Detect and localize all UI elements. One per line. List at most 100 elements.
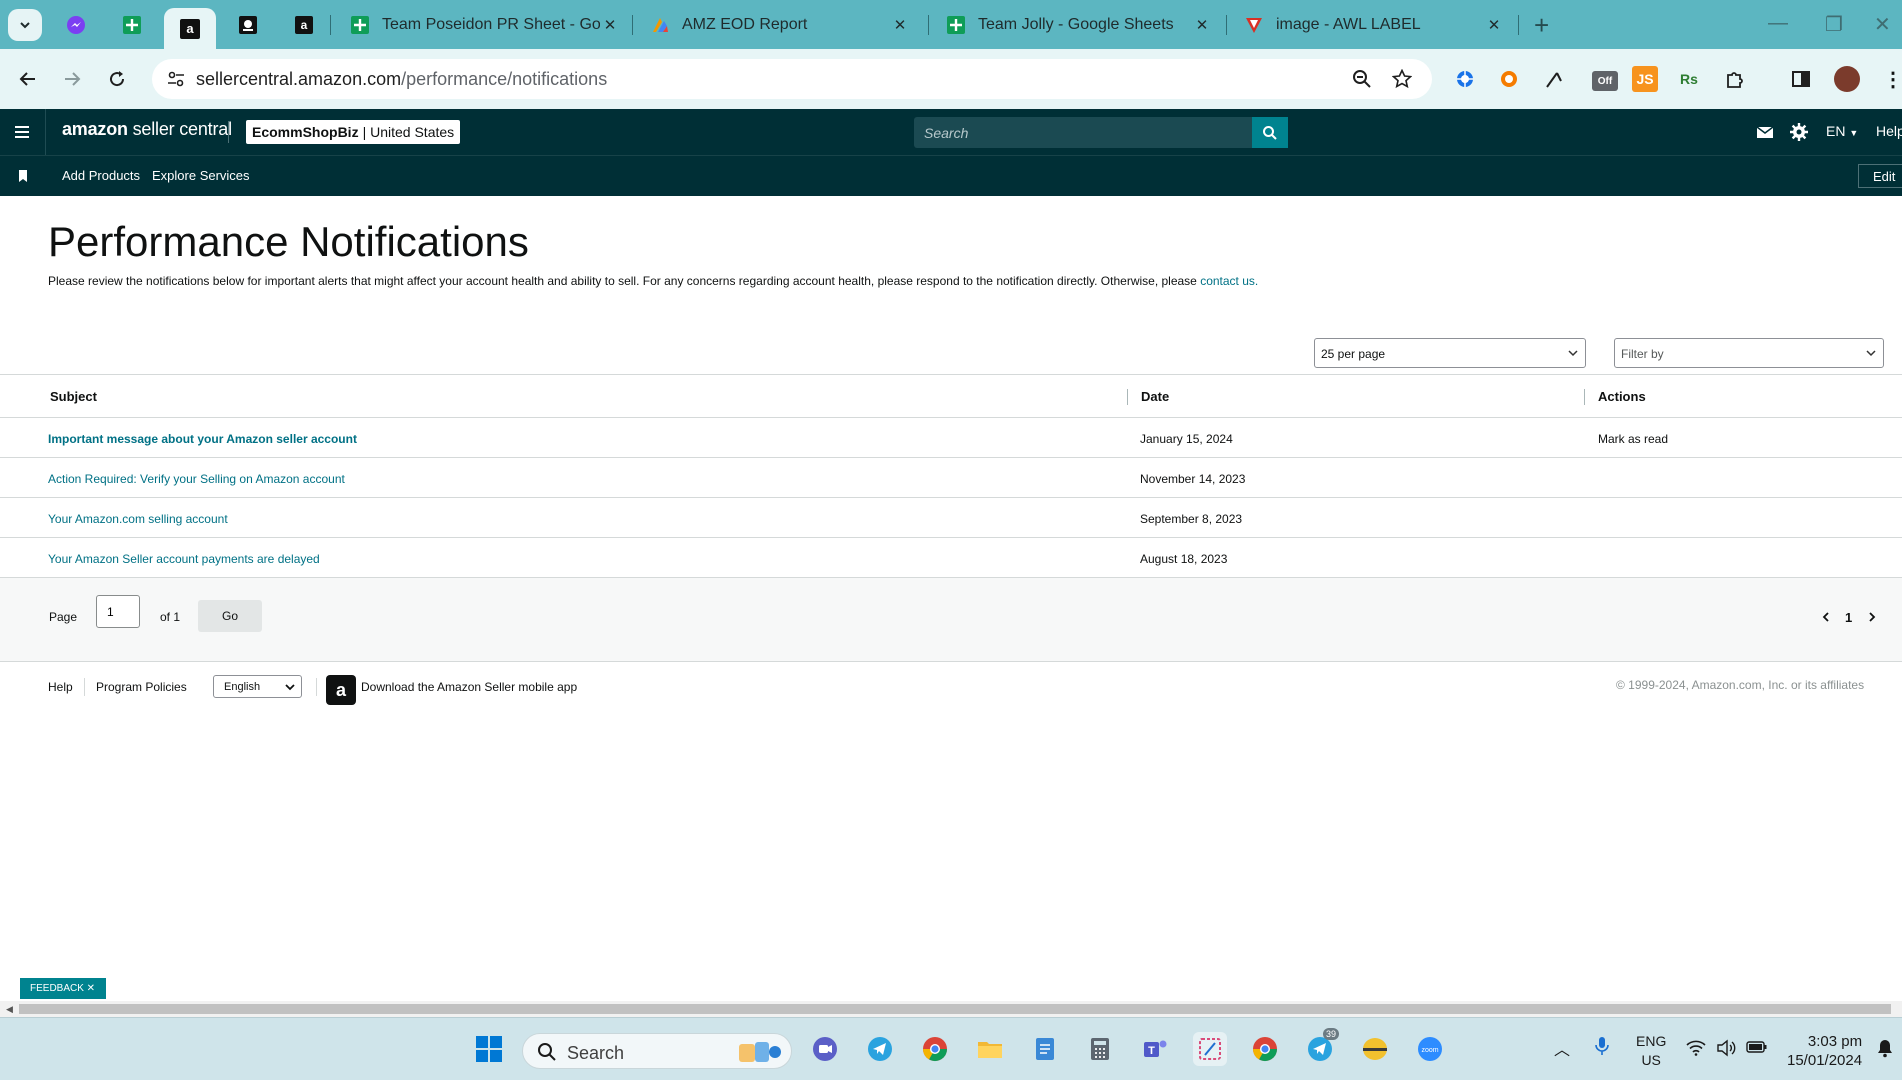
input-language-indicator[interactable]: ENG US xyxy=(1636,1032,1666,1070)
restore-button[interactable]: ❐ xyxy=(1825,12,1843,37)
header-search-input[interactable] xyxy=(914,117,1288,148)
tab-amz-eod-report[interactable]: AMZ EOD Report ✕ xyxy=(640,8,920,42)
filter-by-select[interactable]: Filter by xyxy=(1614,338,1884,368)
browser-menu-button[interactable]: ⋮ xyxy=(1880,66,1902,92)
microphone-icon[interactable] xyxy=(1594,1036,1610,1056)
nav-explore-services[interactable]: Explore Services xyxy=(152,168,250,183)
taskbar-app-video[interactable] xyxy=(808,1032,842,1066)
clock-date: 15/01/2024 xyxy=(1787,1052,1863,1069)
taskbar-app-snipping-tool[interactable] xyxy=(1193,1032,1227,1066)
taskbar-app-teams[interactable]: T xyxy=(1138,1032,1172,1066)
taskbar-app-chrome-2[interactable] xyxy=(1248,1032,1282,1066)
store-name: EcommShopBiz xyxy=(252,124,359,140)
battery-icon[interactable] xyxy=(1746,1040,1768,1054)
per-page-select[interactable]: 25 per page xyxy=(1314,338,1586,368)
nav-add-products[interactable]: Add Products xyxy=(62,168,140,183)
extensions-menu-button[interactable] xyxy=(1722,66,1748,92)
help-link[interactable]: Help xyxy=(1876,123,1902,139)
scroll-left-icon[interactable]: ◀ xyxy=(6,1004,13,1015)
notification-subject-link[interactable]: Your Amazon.com selling account xyxy=(48,512,228,526)
taskbar-app-notepad[interactable] xyxy=(1028,1032,1062,1066)
edit-bookmarks-button[interactable]: Edit xyxy=(1858,164,1902,188)
go-button[interactable]: Go xyxy=(198,600,262,632)
footer-program-policies-link[interactable]: Program Policies xyxy=(96,680,187,694)
bookmark-star-icon[interactable] xyxy=(1392,69,1412,89)
close-icon[interactable]: ✕ xyxy=(890,16,910,34)
feedback-button[interactable]: FEEDBACK ✕ xyxy=(20,978,106,999)
tab-team-jolly[interactable]: Team Jolly - Google Sheets ✕ xyxy=(936,8,1222,42)
notification-subject-link[interactable]: Your Amazon Seller account payments are … xyxy=(48,552,320,566)
contact-us-link[interactable]: contact us. xyxy=(1200,274,1258,288)
store-selector[interactable]: EcommShopBiz | United States xyxy=(246,120,461,144)
minimize-button[interactable]: — xyxy=(1768,12,1788,35)
profile-avatar[interactable] xyxy=(1834,66,1860,92)
extension-rs[interactable]: Rs xyxy=(1676,66,1702,92)
amazon-seller-app-icon[interactable]: a xyxy=(326,675,356,705)
close-icon[interactable]: ✕ xyxy=(1484,16,1504,34)
notification-subject-link[interactable]: Action Required: Verify your Selling on … xyxy=(48,472,345,486)
zoom-icon[interactable] xyxy=(1352,69,1372,89)
extension-rs-label: Rs xyxy=(1680,71,1698,87)
close-icon[interactable]: ✕ xyxy=(600,16,620,34)
horizontal-scrollbar[interactable]: ◀ xyxy=(0,1001,1902,1017)
tab-search-button[interactable] xyxy=(8,9,42,41)
taskbar-app-calculator[interactable] xyxy=(1083,1032,1117,1066)
header-search-button[interactable] xyxy=(1252,117,1288,148)
notification-bell-icon[interactable] xyxy=(1876,1038,1894,1058)
chevron-right-icon[interactable] xyxy=(1866,611,1878,623)
extension-icon-2[interactable] xyxy=(1496,66,1522,92)
footer-language-value: English xyxy=(224,681,261,693)
extension-off-label: Off xyxy=(1597,75,1613,87)
settings-gear-icon[interactable] xyxy=(1790,123,1808,141)
back-button[interactable] xyxy=(14,65,42,93)
start-button[interactable] xyxy=(472,1032,506,1066)
mark-as-read-action[interactable]: Mark as read xyxy=(1598,432,1668,446)
new-tab-button[interactable]: + xyxy=(1534,10,1549,41)
seller-central-logo[interactable]: amazon seller central xyxy=(62,119,232,140)
volume-icon[interactable] xyxy=(1716,1039,1736,1057)
window-close-button[interactable]: ✕ xyxy=(1874,12,1891,37)
mail-icon[interactable] xyxy=(1756,123,1774,141)
pinned-tab-amazon[interactable]: a xyxy=(282,8,326,42)
chevron-left-icon[interactable] xyxy=(1820,611,1832,623)
forward-button[interactable] xyxy=(58,65,86,93)
column-date[interactable]: Date xyxy=(1141,389,1169,404)
tab-awl-label[interactable]: image - AWL LABEL ✕ xyxy=(1234,8,1514,42)
extension-js[interactable]: JS xyxy=(1632,66,1658,92)
taskbar-app-telegram[interactable] xyxy=(863,1032,897,1066)
extension-icon-1[interactable] xyxy=(1452,66,1478,92)
show-hidden-icons[interactable]: ︿ xyxy=(1554,1036,1570,1060)
wifi-icon[interactable] xyxy=(1686,1040,1706,1056)
address-bar[interactable]: sellercentral.amazon.com/performance/not… xyxy=(152,59,1432,99)
extension-off[interactable]: Off xyxy=(1592,71,1618,91)
reload-button[interactable] xyxy=(103,65,131,93)
taskbar-search[interactable]: Search xyxy=(522,1033,792,1069)
taskbar-app-telegram-2[interactable]: 39 xyxy=(1303,1028,1340,1066)
pinned-tab-sheets[interactable] xyxy=(110,8,154,42)
notification-subject-link[interactable]: Important message about your Amazon sell… xyxy=(48,432,357,446)
side-panel-button[interactable] xyxy=(1788,66,1814,92)
bookmark-icon[interactable] xyxy=(17,169,29,183)
footer-help-link[interactable]: Help xyxy=(48,680,73,694)
pinned-tab-messenger[interactable] xyxy=(54,8,98,42)
current-page-number[interactable]: 1 xyxy=(1845,610,1852,625)
download-app-link[interactable]: Download the Amazon Seller mobile app xyxy=(361,680,577,694)
language-selector[interactable]: EN ▼ xyxy=(1826,123,1858,139)
site-settings-icon[interactable] xyxy=(166,69,186,89)
tab-team-poseidon[interactable]: Team Poseidon PR Sheet - Goo ✕ xyxy=(340,8,630,42)
taskbar-app-file-explorer[interactable] xyxy=(973,1032,1007,1066)
system-clock[interactable]: 3:03 pm 15/01/2024 xyxy=(1787,1032,1862,1070)
taskbar-app-zoom[interactable]: zoom xyxy=(1413,1032,1447,1066)
column-subject[interactable]: Subject xyxy=(50,389,97,404)
page-number-input[interactable] xyxy=(96,595,140,628)
footer-language-select[interactable]: English xyxy=(213,675,302,698)
browser-toolbar: sellercentral.amazon.com/performance/not… xyxy=(0,49,1902,109)
close-icon[interactable]: ✕ xyxy=(1192,16,1212,34)
scrollbar-thumb[interactable] xyxy=(19,1004,1891,1014)
pinned-tab-amazon-active[interactable]: a xyxy=(164,8,216,49)
pinned-tab-pirate[interactable] xyxy=(226,8,270,42)
taskbar-app-yellow[interactable] xyxy=(1358,1032,1392,1066)
taskbar-app-chrome[interactable] xyxy=(918,1032,952,1066)
hamburger-menu-icon[interactable] xyxy=(12,122,32,142)
extension-icon-3[interactable] xyxy=(1540,66,1566,92)
